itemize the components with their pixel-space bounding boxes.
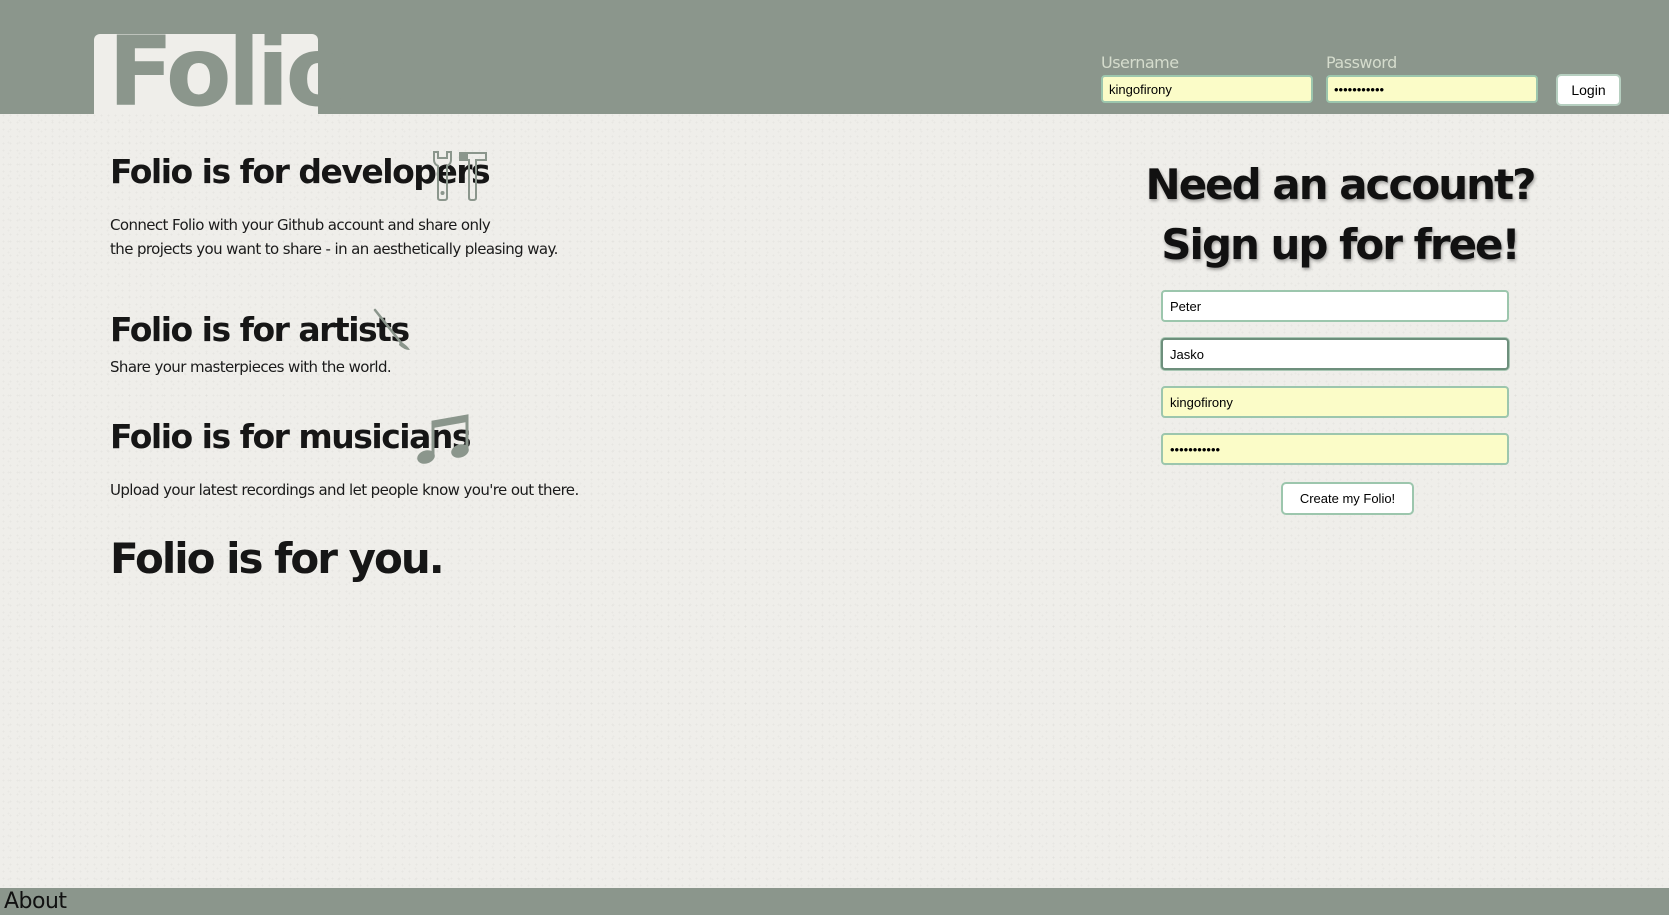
top-bar: Folio Username Password Login — [0, 0, 1675, 120]
create-folio-button[interactable]: Create my Folio! — [1281, 482, 1414, 515]
developers-desc-line1: Connect Folio with your Github account a… — [110, 216, 491, 234]
folio-for-you-title: Folio is for you. — [110, 534, 445, 583]
window-edge — [1669, 0, 1675, 915]
artists-title: Folio is for artists — [110, 310, 410, 349]
login-button[interactable]: Login — [1556, 74, 1621, 106]
signup-subheading: Sign up for free! — [1161, 220, 1520, 269]
musicians-desc: Upload your latest recordings and let pe… — [110, 481, 579, 499]
username-label: Username — [1101, 53, 1179, 72]
password-label: Password — [1326, 53, 1397, 72]
signup-password-input[interactable] — [1161, 433, 1509, 465]
paintbrush-icon — [373, 308, 410, 350]
about-link[interactable]: About — [4, 889, 67, 915]
artists-desc: Share your masterpieces with the world. — [110, 358, 392, 376]
signup-username-input[interactable] — [1161, 386, 1509, 418]
signup-heading: Need an account? — [1145, 160, 1537, 209]
login-username-input[interactable] — [1101, 75, 1313, 103]
tools-icon — [433, 151, 487, 201]
footer: About — [0, 888, 1675, 915]
logo[interactable]: Folio — [108, 24, 351, 120]
login-password-input[interactable] — [1326, 75, 1538, 103]
developers-desc-line2: the projects you want to share - in an a… — [110, 240, 558, 258]
music-note-icon — [417, 414, 469, 464]
first-name-input[interactable] — [1161, 290, 1509, 322]
last-name-input[interactable] — [1161, 338, 1509, 370]
